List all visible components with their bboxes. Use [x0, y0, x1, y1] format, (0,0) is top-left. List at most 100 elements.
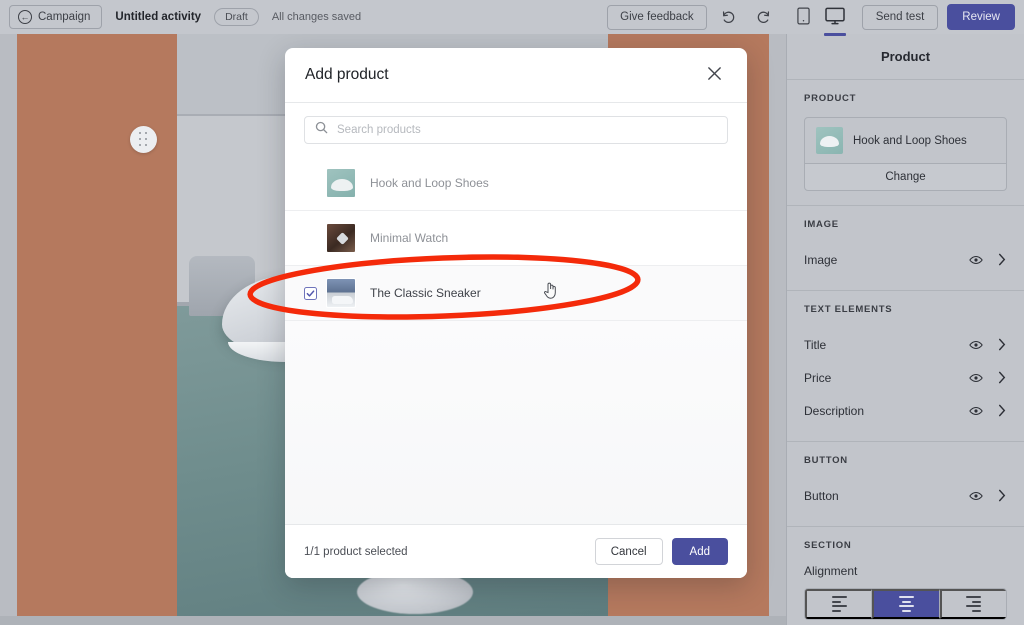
- status-badge: Draft: [214, 8, 259, 26]
- row-label-description: Description: [804, 403, 865, 418]
- circle-arrow-left-icon: ←: [18, 10, 32, 24]
- selected-product-name: Hook and Loop Shoes: [853, 134, 967, 147]
- modal-footer: 1/1 product selected Cancel Add: [285, 524, 747, 578]
- cancel-button-label: Cancel: [610, 545, 647, 558]
- sidebar-section-product: PRODUCT Hook and Loop Shoes Change: [787, 80, 1024, 206]
- review-button-label: Review: [962, 11, 1000, 23]
- send-test-button[interactable]: Send test: [861, 4, 939, 30]
- align-center-button[interactable]: [872, 589, 940, 619]
- chevron-right-icon[interactable]: [997, 489, 1007, 502]
- modal-search-container: [285, 103, 747, 156]
- selected-product-row[interactable]: Hook and Loop Shoes: [805, 118, 1006, 163]
- toolbar-right-group: Give feedback Send test Review: [607, 2, 1015, 36]
- send-test-label: Send test: [875, 11, 925, 23]
- email-left-color-block[interactable]: [17, 34, 177, 616]
- mobile-device-icon: [797, 7, 810, 28]
- canvas-bottom-strip: [0, 616, 786, 625]
- redo-icon: [755, 9, 772, 26]
- eye-icon[interactable]: [969, 404, 983, 418]
- align-right-button[interactable]: [939, 589, 1006, 619]
- drag-handle-grip-icon[interactable]: [130, 126, 157, 153]
- back-to-campaign-button[interactable]: ← Campaign: [9, 5, 103, 29]
- add-button[interactable]: Add: [671, 538, 728, 565]
- selection-count-status: 1/1 product selected: [304, 545, 408, 558]
- add-product-modal: Add product Search products Hook and Loo…: [285, 48, 747, 578]
- section-label-image: IMAGE: [804, 219, 839, 230]
- search-products-input[interactable]: [337, 124, 717, 136]
- sidebar-section-section: SECTION Alignment: [787, 527, 1024, 625]
- give-feedback-button[interactable]: Give feedback: [607, 4, 707, 30]
- product-list-item-selected[interactable]: The Classic Sneaker: [285, 266, 747, 321]
- align-left-button[interactable]: [805, 589, 873, 619]
- sidebar-section-text-elements: TEXT ELEMENTS Title Price Description: [787, 291, 1024, 442]
- product-name: Minimal Watch: [370, 231, 449, 245]
- product-name: Hook and Loop Shoes: [370, 176, 489, 190]
- properties-sidebar: Product PRODUCT Hook and Loop Shoes Chan…: [786, 34, 1024, 625]
- eye-icon[interactable]: [969, 489, 983, 503]
- search-products-box[interactable]: [304, 116, 728, 144]
- product-name: The Classic Sneaker: [370, 286, 481, 300]
- sidebar-row-price[interactable]: Price: [804, 361, 1007, 394]
- mobile-preview-button[interactable]: [790, 2, 818, 32]
- sidebar-header-title: Product: [787, 34, 1024, 80]
- pointing-hand-cursor: [543, 281, 559, 305]
- sneaker-thumb-icon: [326, 278, 356, 308]
- desktop-device-icon: [824, 7, 845, 28]
- sidebar-section-image: IMAGE Image: [787, 206, 1024, 291]
- selected-product-card: Hook and Loop Shoes Change: [804, 117, 1007, 191]
- chevron-right-icon[interactable]: [997, 404, 1007, 417]
- product-list-item[interactable]: Hook and Loop Shoes: [285, 156, 747, 211]
- row-label-title: Title: [804, 337, 827, 352]
- undo-button[interactable]: [716, 4, 742, 30]
- close-x-icon: [706, 65, 723, 85]
- alignment-label: Alignment: [804, 564, 858, 578]
- section-label-text-elements: TEXT ELEMENTS: [804, 304, 893, 315]
- save-status-text: All changes saved: [271, 11, 362, 23]
- sidebar-row-description[interactable]: Description: [804, 394, 1007, 427]
- search-icon: [315, 121, 328, 139]
- eye-icon[interactable]: [969, 253, 983, 267]
- product-checkbox-checked[interactable]: [304, 286, 317, 300]
- product-list-item[interactable]: Minimal Watch: [285, 211, 747, 266]
- modal-title: Add product: [305, 66, 389, 83]
- app-root: ← Campaign Untitled activity Draft All c…: [0, 0, 1024, 625]
- row-label-price: Price: [804, 370, 832, 385]
- review-button[interactable]: Review: [947, 4, 1015, 30]
- sidebar-row-button[interactable]: Button: [804, 479, 1007, 512]
- close-modal-button[interactable]: [702, 61, 727, 89]
- top-toolbar: ← Campaign Untitled activity Draft All c…: [0, 0, 1024, 36]
- alignment-button-group: [804, 588, 1007, 620]
- campaign-button-label: Campaign: [38, 11, 91, 23]
- align-left-icon: [831, 596, 847, 612]
- eye-icon[interactable]: [969, 371, 983, 385]
- row-label-button: Button: [804, 488, 839, 503]
- redo-button[interactable]: [751, 4, 777, 30]
- row-label-image: Image: [804, 252, 838, 267]
- change-product-button[interactable]: Change: [805, 163, 1006, 190]
- teal-shoes-thumb-icon: [326, 168, 356, 198]
- sidebar-section-button: BUTTON Button: [787, 442, 1024, 527]
- modal-header: Add product: [285, 48, 747, 103]
- section-label-product: PRODUCT: [804, 93, 857, 104]
- section-label-section: SECTION: [804, 540, 852, 551]
- chevron-right-icon[interactable]: [997, 253, 1007, 266]
- product-list: Hook and Loop Shoes Minimal Watch The Cl…: [285, 156, 747, 524]
- undo-icon: [720, 9, 737, 26]
- align-right-icon: [966, 596, 982, 612]
- chevron-right-icon[interactable]: [997, 338, 1007, 351]
- teal-shoes-thumb-icon: [816, 127, 843, 154]
- add-button-label: Add: [689, 545, 710, 558]
- dark-watch-thumb-icon: [326, 223, 356, 253]
- align-center-icon: [898, 596, 914, 612]
- desktop-preview-button[interactable]: [821, 2, 849, 36]
- give-feedback-label: Give feedback: [620, 11, 694, 23]
- sidebar-row-title[interactable]: Title: [804, 328, 1007, 361]
- sidebar-row-image[interactable]: Image: [804, 243, 1007, 276]
- device-preview-toggle-group: [790, 2, 849, 36]
- section-label-button: BUTTON: [804, 455, 848, 466]
- eye-icon[interactable]: [969, 338, 983, 352]
- cancel-button[interactable]: Cancel: [594, 538, 663, 565]
- change-product-label: Change: [885, 171, 926, 183]
- chevron-right-icon[interactable]: [997, 371, 1007, 384]
- toolbar-left-group: ← Campaign Untitled activity Draft All c…: [9, 5, 607, 29]
